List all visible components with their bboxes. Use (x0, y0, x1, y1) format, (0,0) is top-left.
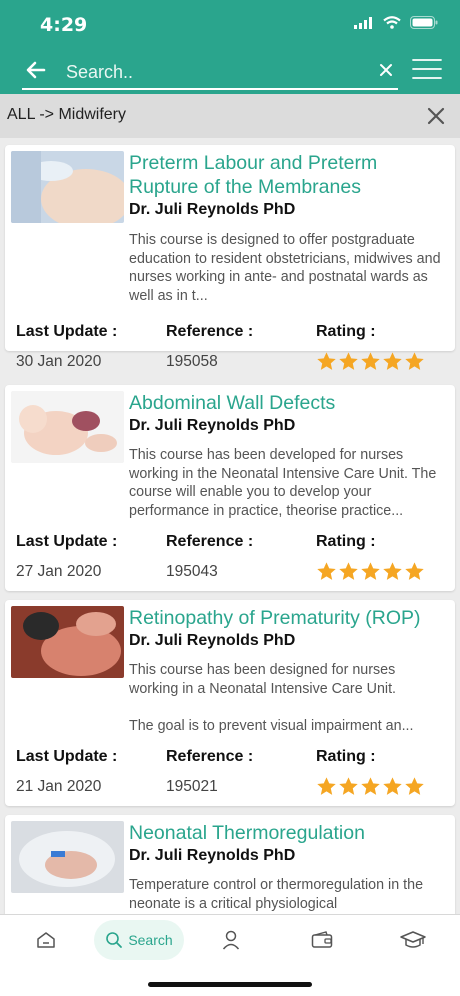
search-bar (22, 56, 398, 90)
course-author: Dr. Juli Reynolds PhD (129, 417, 296, 434)
star-icon (405, 562, 424, 580)
battery-icon (410, 16, 438, 29)
rating-stars (316, 351, 425, 372)
last-update-value: 27 Jan 2020 (16, 563, 102, 580)
reference-value: 195021 (166, 778, 218, 795)
search-icon (106, 932, 123, 948)
graduation-cap-icon (400, 931, 426, 948)
rating-stars (316, 776, 425, 797)
star-icon (383, 352, 402, 370)
profile-icon (222, 930, 240, 950)
star-icon (361, 777, 380, 795)
nav-wallet[interactable] (310, 925, 334, 955)
course-card[interactable]: Preterm Labour and Preterm Rupture of th… (5, 145, 455, 370)
signal-icon (354, 16, 372, 29)
star-icon (361, 562, 380, 580)
star-icon (383, 562, 402, 580)
star-icon (339, 352, 358, 370)
course-card[interactable]: Abdominal Wall Defects Dr. Juli Reynolds… (5, 385, 455, 591)
course-card[interactable]: Retinopathy of Prematurity (ROP) Dr. Jul… (5, 600, 455, 806)
course-description: This course is designed to offer postgra… (129, 232, 441, 304)
wallet-icon (311, 931, 333, 948)
course-author: Dr. Juli Reynolds PhD (129, 847, 296, 864)
course-title[interactable]: Retinopathy of Prematurity (ROP) (129, 606, 447, 630)
menu-icon[interactable] (412, 58, 442, 80)
course-title[interactable]: Preterm Labour and Preterm Rupture of th… (129, 151, 447, 199)
star-icon (317, 562, 336, 580)
star-icon (405, 777, 424, 795)
last-update-value: 30 Jan 2020 (16, 353, 102, 370)
star-icon (339, 562, 358, 580)
filter-breadcrumb: ALL -> Midwifery (0, 94, 460, 138)
nav-search-label: Search (128, 932, 173, 948)
home-indicator (148, 982, 312, 987)
reference-label: Reference : (166, 533, 254, 550)
star-icon (317, 352, 336, 370)
last-update-label: Last Update : (16, 533, 118, 550)
course-thumbnail (11, 821, 124, 893)
app-header: 4:29 (0, 0, 460, 94)
course-thumbnail (11, 391, 124, 463)
last-update-label: Last Update : (16, 323, 118, 340)
nav-home[interactable] (34, 925, 58, 955)
course-author: Dr. Juli Reynolds PhD (129, 201, 296, 218)
last-update-value: 21 Jan 2020 (16, 778, 102, 795)
rating-stars (316, 561, 425, 582)
course-description: Temperature control or thermoregulation … (129, 877, 424, 912)
star-icon (317, 777, 336, 795)
star-icon (361, 352, 380, 370)
search-input[interactable] (66, 58, 366, 86)
back-arrow-icon[interactable] (24, 58, 48, 82)
clear-icon[interactable] (378, 62, 394, 78)
rating-label: Rating : (316, 323, 376, 340)
close-icon[interactable] (426, 106, 446, 126)
nav-courses[interactable] (399, 925, 427, 955)
course-description: This course has been designed for nurses… (129, 662, 414, 734)
course-title[interactable]: Neonatal Thermoregulation (129, 821, 447, 845)
course-description: This course has been developed for nurse… (129, 447, 437, 519)
course-thumbnail (11, 606, 124, 678)
star-icon (405, 352, 424, 370)
breadcrumb-text: ALL -> Midwifery (7, 106, 126, 123)
nav-profile[interactable] (220, 925, 242, 955)
wifi-icon (383, 16, 401, 29)
status-icons (354, 16, 438, 29)
course-title[interactable]: Abdominal Wall Defects (129, 391, 447, 415)
course-author: Dr. Juli Reynolds PhD (129, 632, 296, 649)
last-update-label: Last Update : (16, 748, 118, 765)
course-thumbnail (11, 151, 124, 223)
rating-label: Rating : (316, 748, 376, 765)
reference-label: Reference : (166, 323, 254, 340)
course-list: Preterm Labour and Preterm Rupture of th… (0, 138, 460, 914)
star-icon (383, 777, 402, 795)
reference-label: Reference : (166, 748, 254, 765)
course-card[interactable]: Neonatal Thermoregulation Dr. Juli Reyno… (5, 815, 455, 914)
reference-value: 195058 (166, 353, 218, 370)
nav-search[interactable]: Search (94, 920, 184, 960)
home-icon (37, 932, 55, 948)
status-time: 4:29 (40, 14, 88, 36)
star-icon (339, 777, 358, 795)
reference-value: 195043 (166, 563, 218, 580)
rating-label: Rating : (316, 533, 376, 550)
